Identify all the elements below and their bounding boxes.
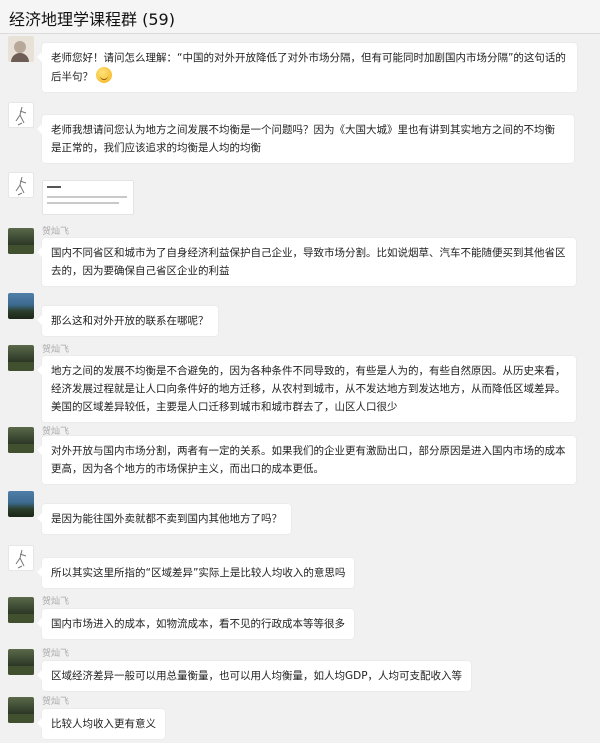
photo-avatar[interactable] bbox=[8, 427, 34, 453]
thinking-emoji-icon bbox=[96, 67, 112, 83]
message-bubble[interactable]: 国内市场进入的成本，如物流成本，看不见的行政成本等等很多 bbox=[37, 609, 354, 639]
sketch-avatar[interactable] bbox=[8, 172, 34, 198]
message-bubble[interactable]: 老师我想请问您认为地方之间发展不均衡是一个问题吗？因为《大国大城》里也有讲到其实… bbox=[37, 115, 574, 163]
message-text: 老师我想请问您认为地方之间发展不均衡是一个问题吗？因为《大国大城》里也有讲到其实… bbox=[51, 124, 555, 154]
message-text: 所以其实这里所指的“区域差异”实际上是比较人均收入的意思吗 bbox=[51, 567, 346, 579]
message-text: 是因为能往国外卖就都不卖到国内其他地方了吗？ bbox=[51, 513, 282, 525]
photo-avatar[interactable] bbox=[8, 345, 34, 371]
sender-name: 贺灿飞 bbox=[42, 227, 70, 237]
message-bubble[interactable]: 地方之间的发展不均衡是不合避免的，因为各种条件不同导致的，有些是人为的，有些自然… bbox=[37, 356, 576, 422]
sketch-avatar[interactable] bbox=[8, 102, 34, 128]
message-text: 那么这和对外开放的联系在哪呢？ bbox=[51, 315, 209, 327]
message-text: 对外开放与国内市场分割，两者有一定的关系。如果我们的企业更有激励出口，部分原因是… bbox=[51, 445, 566, 475]
sky-avatar[interactable] bbox=[8, 293, 34, 319]
message-bubble[interactable]: 国内不同省区和城市为了自身经济利益保护自己企业，导致市场分割。比如说烟草、汽车不… bbox=[37, 238, 576, 286]
message-bubble[interactable]: 对外开放与国内市场分割，两者有一定的关系。如果我们的企业更有激励出口，部分原因是… bbox=[37, 436, 576, 484]
message-bubble[interactable]: 是因为能往国外卖就都不卖到国内其他地方了吗？ bbox=[37, 504, 291, 534]
face-avatar[interactable] bbox=[8, 36, 34, 62]
sender-name: 贺灿飞 bbox=[42, 597, 70, 607]
message-text: 地方之间的发展不均衡是不合避免的，因为各种条件不同导致的，有些是人为的，有些自然… bbox=[51, 365, 566, 413]
photo-avatar[interactable] bbox=[8, 228, 34, 254]
sky-avatar[interactable] bbox=[8, 491, 34, 517]
message-bubble[interactable]: 那么这和对外开放的联系在哪呢？ bbox=[37, 306, 218, 336]
sender-name: 贺灿飞 bbox=[42, 649, 70, 659]
sender-name: 贺灿飞 bbox=[42, 345, 70, 355]
message-text: 区域经济差异一般可以用总量衡量，也可以用人均衡量，如人均GDP，人均可支配收入等 bbox=[51, 670, 463, 682]
thumbnail-line bbox=[47, 186, 61, 188]
message-bubble[interactable]: 所以其实这里所指的“区域差异”实际上是比较人均收入的意思吗 bbox=[36, 558, 355, 588]
screenshot-thumbnail[interactable] bbox=[42, 180, 134, 215]
chat-header: 经济地理学课程群 (59) bbox=[0, 0, 600, 34]
message-bubble[interactable]: 区域经济差异一般可以用总量衡量，也可以用人均衡量，如人均GDP，人均可支配收入等 bbox=[36, 661, 472, 691]
group-title: 经济地理学课程群 (59) bbox=[9, 10, 175, 29]
thumbnail-line bbox=[47, 202, 119, 204]
photo-avatar[interactable] bbox=[8, 649, 34, 675]
message-bubble[interactable]: 老师您好！请问怎么理解：“中国的对外开放降低了对外市场分隔，但有可能同时加剧国内… bbox=[37, 43, 577, 92]
message-text: 比较人均收入更有意义 bbox=[51, 718, 156, 730]
photo-avatar[interactable] bbox=[8, 597, 34, 623]
message-text: 老师您好！请问怎么理解：“中国的对外开放降低了对外市场分隔，但有可能同时加剧国内… bbox=[51, 52, 566, 83]
photo-avatar[interactable] bbox=[8, 697, 34, 723]
thumbnail-line bbox=[47, 196, 127, 198]
sketch-avatar[interactable] bbox=[8, 545, 34, 571]
message-text: 国内市场进入的成本，如物流成本，看不见的行政成本等等很多 bbox=[51, 618, 345, 630]
sender-name: 贺灿飞 bbox=[42, 697, 70, 707]
message-text: 国内不同省区和城市为了自身经济利益保护自己企业，导致市场分割。比如说烟草、汽车不… bbox=[51, 247, 566, 277]
message-bubble[interactable]: 比较人均收入更有意义 bbox=[37, 709, 165, 739]
